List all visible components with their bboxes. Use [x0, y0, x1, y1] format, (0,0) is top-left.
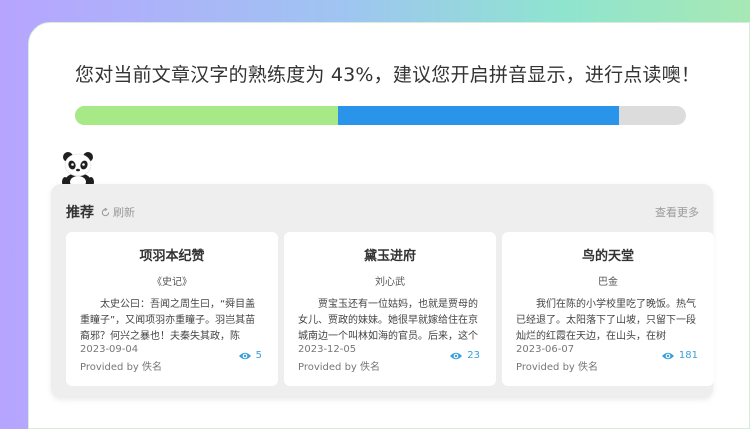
proficiency-message: 您对当前文章汉字的熟练度为 43%，建议您开启拼音显示，进行点读噢！	[75, 64, 701, 86]
book-list: 项羽本纪赞 《史记》 太史公曰：吾闻之周生曰，“舜目盖重瞳子”，又闻项羽亦重瞳子…	[66, 232, 714, 386]
view-count: 181	[661, 350, 698, 361]
book-title: 项羽本纪赞	[139, 249, 205, 264]
book-date: 2023-09-04	[80, 344, 139, 355]
progress-segment-secondary	[337, 106, 619, 125]
progress-segment-proficiency	[75, 106, 338, 125]
book-author: 巴金	[598, 277, 618, 288]
view-more-link[interactable]: 查看更多	[655, 204, 699, 220]
view-count-value: 23	[467, 350, 480, 361]
book-author: 《史记》	[152, 277, 192, 288]
book-title: 鸟的天堂	[581, 249, 634, 264]
view-count: 5	[238, 350, 262, 361]
view-count: 23	[449, 350, 480, 361]
proficiency-progress-bar	[75, 106, 686, 125]
view-count-value: 181	[678, 350, 698, 361]
book-excerpt: 我们在陈的小学校里吃了晚饭。热气已经退了。太阳落下了山坡，只留下一段灿烂的红霞在…	[516, 299, 696, 342]
eye-icon	[238, 352, 251, 359]
book-provider: Provided by 佚名	[80, 362, 163, 373]
recommend-panel: 推荐 刷新 查看更多 项羽本纪赞 《史记》 太史公曰：吾闻之周生曰，“舜目盖重瞳…	[51, 184, 714, 398]
refresh-label: 刷新	[113, 206, 135, 219]
refresh-button[interactable]: 刷新	[101, 204, 135, 220]
book-card[interactable]: 鸟的天堂 巴金 我们在陈的小学校里吃了晚饭。热气已经退了。太阳落下了山坡，只留下…	[502, 232, 714, 386]
book-date: 2023-06-07	[516, 344, 575, 355]
eye-icon	[450, 352, 463, 359]
view-count-value: 5	[255, 350, 262, 361]
book-card[interactable]: 项羽本纪赞 《史记》 太史公曰：吾闻之周生曰，“舜目盖重瞳子”，又闻项羽亦重瞳子…	[66, 232, 278, 386]
recommend-title: 推荐	[66, 205, 94, 221]
refresh-icon	[101, 207, 110, 216]
book-excerpt: 太史公曰：吾闻之周生曰，“舜目盖重瞳子”，又闻项羽亦重瞳子。羽岂其苗裔邪？何兴之…	[80, 299, 256, 342]
book-provider: Provided by 佚名	[298, 362, 381, 373]
book-date: 2023-12-05	[298, 344, 357, 355]
book-author: 刘心武	[375, 277, 405, 288]
book-card[interactable]: 黛玉进府 刘心武 贾宝玉还有一位姑妈，也就是贾母的女儿、贾政的妹妹。她很早就嫁给…	[284, 232, 496, 386]
eye-icon	[661, 352, 674, 359]
book-excerpt: 贾宝玉还有一位姑妈，也就是贾母的女儿、贾政的妹妹。她很早就嫁给住在京城南边一个叫…	[298, 299, 478, 342]
book-provider: Provided by 佚名	[516, 362, 599, 373]
proficiency-card: 您对当前文章汉字的熟练度为 43%，建议您开启拼音显示，进行点读噢！ 推荐 刷新…	[28, 22, 750, 429]
book-title: 黛玉进府	[363, 249, 416, 264]
